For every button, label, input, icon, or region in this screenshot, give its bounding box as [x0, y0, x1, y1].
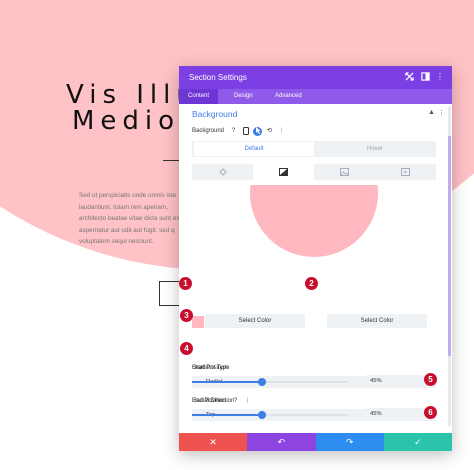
- start-position-input[interactable]: 45%: [366, 375, 422, 387]
- badge-5: 5: [424, 373, 437, 386]
- color-fill-icon[interactable]: [192, 164, 253, 180]
- chevron-up-icon[interactable]: ▲: [428, 109, 435, 116]
- tab-advanced[interactable]: Advanced: [266, 89, 311, 104]
- tab-design[interactable]: Design: [225, 89, 262, 104]
- tab-hover[interactable]: Hover: [314, 141, 436, 157]
- field-more-icon[interactable]: ⋮: [243, 397, 252, 406]
- save-button[interactable]: ✓: [383, 433, 452, 451]
- start-color-swatch[interactable]: [192, 316, 204, 328]
- background-label: Background: [192, 128, 225, 134]
- hero-paragraph: Sed ut perspiciatis unde omnis iste laud…: [79, 192, 183, 245]
- more-options-icon[interactable]: ⋮: [435, 72, 445, 82]
- start-position-label: Start Position: [192, 365, 228, 371]
- reset-icon[interactable]: ⟲: [265, 127, 274, 136]
- end-position-slider[interactable]: [192, 411, 348, 419]
- redo-button[interactable]: ↷: [315, 433, 384, 451]
- section-title[interactable]: Background: [192, 109, 237, 119]
- start-position-slider[interactable]: [192, 378, 348, 386]
- page-canvas: Vis Illu Medio Sed ut perspiciatis unde …: [0, 0, 474, 470]
- section-more-icon[interactable]: ⋮: [438, 109, 445, 117]
- redo-icon: ↷: [345, 437, 354, 447]
- end-position-fill: [192, 414, 263, 416]
- tab-default[interactable]: Default: [194, 142, 314, 156]
- expand-icon[interactable]: [404, 72, 414, 82]
- start-position-fill: [192, 381, 263, 383]
- gradient-preview-shape: [250, 185, 378, 257]
- discard-button[interactable]: ✕: [179, 433, 248, 451]
- scrollbar-thumb[interactable]: [448, 136, 451, 356]
- hero-button-outline[interactable]: [159, 281, 181, 306]
- gradient-icon[interactable]: [253, 164, 314, 180]
- split-view-icon[interactable]: [420, 72, 430, 82]
- help-icon[interactable]: ?: [229, 127, 238, 136]
- modal-scrollbar[interactable]: [448, 106, 451, 426]
- modal-footer: ✕ ↶ ↷ ✓: [179, 433, 452, 451]
- badge-6: 6: [424, 406, 437, 419]
- select-color-button-1[interactable]: Select Color: [205, 314, 305, 328]
- default-hover-tabs: Default Hover: [192, 141, 436, 157]
- gradient-preview: [192, 185, 436, 257]
- background-type-tabs: [192, 164, 436, 180]
- tab-content[interactable]: Content: [179, 89, 219, 104]
- badge-4: 4: [180, 342, 193, 355]
- modal-tabs: Content Design Advanced: [179, 89, 452, 104]
- close-icon: ✕: [209, 437, 217, 447]
- help-icon[interactable]: ?: [231, 397, 240, 406]
- modal-title: Section Settings: [189, 73, 247, 82]
- select-color-button-2[interactable]: Select Color: [327, 314, 427, 328]
- check-icon: ✓: [414, 437, 422, 447]
- video-icon[interactable]: [375, 164, 436, 180]
- undo-button[interactable]: ↶: [247, 433, 316, 451]
- hover-cursor-icon[interactable]: [253, 127, 262, 136]
- undo-icon: ↶: [277, 437, 286, 447]
- modal-header[interactable]: Section Settings ⋮: [179, 66, 452, 89]
- section-settings-modal: Section Settings ⋮ Content Design Advanc…: [179, 66, 452, 451]
- badge-3: 3: [180, 309, 193, 322]
- mobile-icon[interactable]: [241, 127, 250, 136]
- badge-2: 2: [305, 277, 318, 290]
- field-more-icon[interactable]: ⋮: [277, 127, 286, 136]
- end-position-label: End Position: [192, 398, 226, 404]
- end-position-input[interactable]: 45%: [366, 408, 422, 420]
- image-icon[interactable]: [314, 164, 375, 180]
- badge-1: 1: [179, 277, 192, 290]
